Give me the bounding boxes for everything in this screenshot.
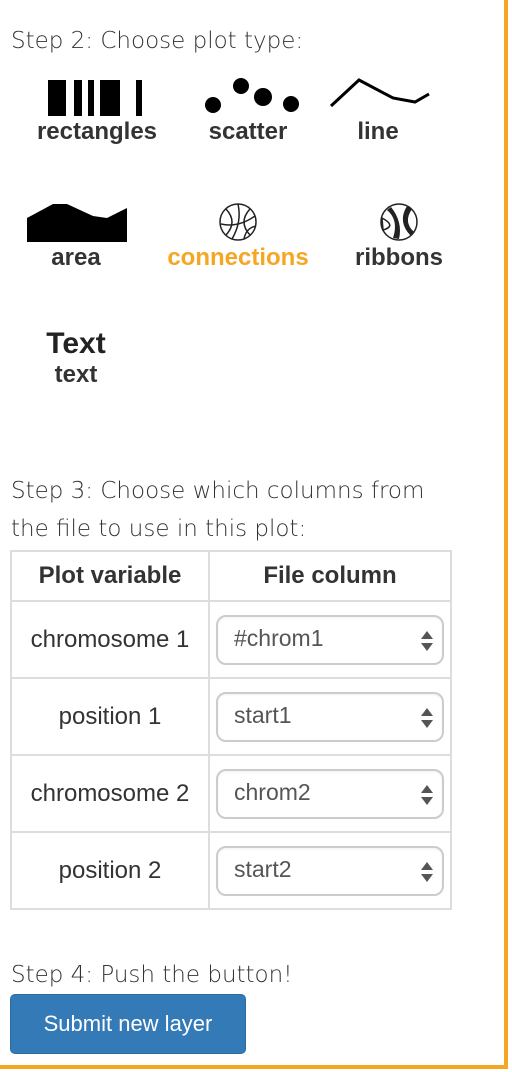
column-mapping-table: Plot variable File column chromosome 1 #… [10, 550, 452, 910]
plot-option-scatter[interactable]: scatter [188, 72, 308, 146]
select-value: chrom2 [234, 778, 311, 805]
select-value: start1 [234, 701, 292, 728]
plot-variable-cell: chromosome 2 [10, 754, 210, 833]
header-plot-variable: Plot variable [10, 550, 210, 602]
submit-new-layer-button[interactable]: Submit new layer [10, 994, 246, 1054]
file-column-select[interactable]: chrom2 [216, 768, 444, 819]
plot-option-ribbons[interactable]: ribbons [344, 200, 454, 272]
plot-option-rectangles[interactable]: rectangles [20, 78, 174, 146]
step4-label: Step 4: Push the button! [11, 962, 293, 988]
plot-label-line: line [357, 118, 399, 145]
table-row: position 2 start2 [10, 831, 452, 910]
table-row: position 1 start1 [10, 677, 452, 756]
plot-label-connections: connections [167, 244, 309, 271]
plot-label-text: text [54, 361, 98, 388]
file-column-select[interactable]: start2 [216, 845, 444, 896]
rectangles-icon [48, 80, 142, 116]
plot-option-text[interactable]: Text text [20, 327, 132, 389]
table-row: chromosome 2 chrom2 [10, 754, 452, 833]
file-column-cell: start2 [208, 831, 452, 910]
select-arrows-icon [421, 784, 433, 805]
step2-label: Step 2: Choose plot type: [11, 28, 304, 54]
text-icon: Text [46, 327, 106, 360]
plot-option-line[interactable]: line [322, 72, 434, 146]
area-icon [27, 204, 127, 242]
plot-label-scatter: scatter [208, 118, 288, 145]
plot-variable-cell: position 2 [10, 831, 210, 910]
connections-icon [219, 203, 257, 241]
plot-option-area[interactable]: area [20, 200, 132, 272]
plot-option-connections[interactable]: connections [152, 200, 324, 272]
line-icon [329, 78, 430, 108]
select-arrows-icon [421, 630, 433, 651]
plot-variable-cell: chromosome 1 [10, 600, 210, 679]
step3-label-line2: the file to use in this plot: [11, 516, 307, 542]
select-value: start2 [234, 855, 292, 882]
plot-label-ribbons: ribbons [355, 244, 443, 271]
file-column-cell: #chrom1 [208, 600, 452, 679]
step3-label-line1: Step 3: Choose which columns from [11, 478, 425, 504]
scatter-icon [205, 78, 299, 113]
header-file-column: File column [208, 550, 452, 602]
file-column-select[interactable]: #chrom1 [216, 614, 444, 665]
ribbons-icon [380, 203, 418, 241]
plot-label-rectangles: rectangles [36, 118, 158, 145]
file-column-cell: chrom2 [208, 754, 452, 833]
plot-variable-cell: position 1 [10, 677, 210, 756]
table-header-row: Plot variable File column [10, 550, 452, 602]
file-column-select[interactable]: start1 [216, 691, 444, 742]
select-arrows-icon [421, 861, 433, 882]
table-row: chromosome 1 #chrom1 [10, 600, 452, 679]
select-value: #chrom1 [234, 624, 324, 651]
plot-label-area: area [51, 244, 101, 271]
file-column-cell: start1 [208, 677, 452, 756]
select-arrows-icon [421, 707, 433, 728]
layer-panel: Step 2: Choose plot type: rectangles sca… [0, 0, 508, 1069]
